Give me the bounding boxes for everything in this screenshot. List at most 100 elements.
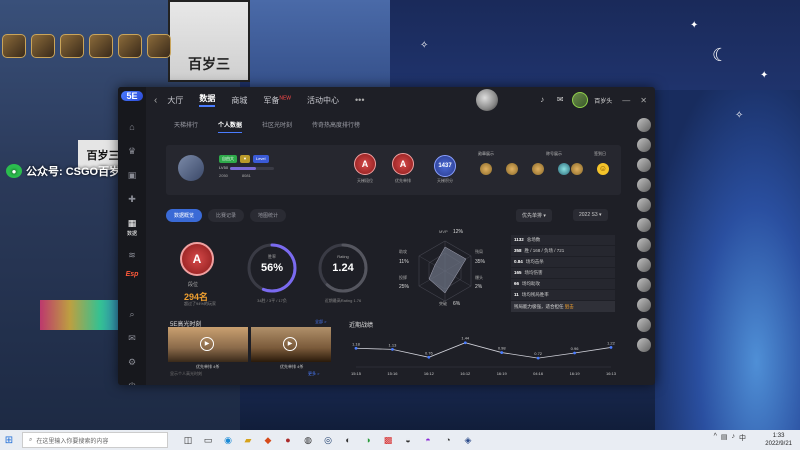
friend-avatar[interactable] bbox=[637, 158, 651, 172]
edge-icon[interactable]: ◉ bbox=[222, 434, 234, 446]
trophy-icon[interactable]: ♛ bbox=[126, 145, 138, 157]
nav-activity[interactable]: 活动中心 bbox=[307, 95, 339, 106]
trend-point[interactable] bbox=[609, 346, 613, 349]
bell-icon[interactable]: ♪ bbox=[536, 94, 548, 106]
windows-start-icon[interactable]: ⊞ bbox=[0, 435, 18, 446]
friend-avatar[interactable] bbox=[637, 198, 651, 212]
app-icon[interactable]: ▩ bbox=[382, 434, 394, 446]
ladder-score[interactable]: 1437 bbox=[434, 155, 456, 177]
power-icon[interactable]: ⏻ bbox=[126, 380, 138, 385]
minimize-icon[interactable]: — bbox=[622, 96, 630, 105]
friend-avatar[interactable] bbox=[637, 338, 651, 352]
filter-maps[interactable]: 地图统计 bbox=[250, 209, 287, 222]
data-icon[interactable]: ▦ bbox=[126, 217, 138, 229]
tab-personal-data[interactable]: 个人数据 bbox=[218, 120, 243, 133]
mode-select[interactable]: 优先单排 ▾ bbox=[516, 209, 552, 222]
trend-point[interactable] bbox=[427, 355, 431, 359]
gun-icon[interactable]: ✚ bbox=[126, 193, 138, 205]
trend-point[interactable] bbox=[500, 351, 504, 354]
desktop-app-icon[interactable] bbox=[147, 34, 171, 58]
friend-avatar[interactable] bbox=[637, 178, 651, 192]
folder-icon[interactable]: ▰ bbox=[242, 434, 254, 446]
play-icon[interactable]: ▶ bbox=[200, 337, 214, 351]
tab-ladder[interactable]: 天梯排行 bbox=[174, 120, 198, 133]
wifi-icon[interactable]: ≋ bbox=[126, 249, 138, 261]
highlight-clip[interactable]: ▶ bbox=[251, 327, 331, 362]
desktop-app-icon[interactable] bbox=[2, 34, 26, 58]
shop-icon[interactable]: ▣ bbox=[126, 169, 138, 181]
store-icon[interactable]: ▭ bbox=[202, 434, 214, 446]
gear-icon[interactable]: ⚙ bbox=[126, 356, 138, 368]
medal-icon[interactable] bbox=[532, 163, 544, 175]
highlights-more-link[interactable]: 全部 > bbox=[315, 319, 326, 325]
app-icon[interactable]: ◒ bbox=[402, 434, 414, 446]
friend-avatar[interactable] bbox=[637, 138, 651, 152]
friend-avatar[interactable] bbox=[637, 238, 651, 252]
medal-icon[interactable] bbox=[506, 163, 518, 175]
csgo-icon[interactable]: ◈ bbox=[462, 434, 474, 446]
friend-avatar[interactable] bbox=[637, 278, 651, 292]
play-icon[interactable]: ▶ bbox=[283, 337, 297, 351]
friend-avatar[interactable] bbox=[637, 298, 651, 312]
smiley-icon[interactable]: ☺ bbox=[597, 163, 609, 175]
trend-point[interactable] bbox=[463, 341, 467, 345]
qq-icon[interactable]: ◍ bbox=[302, 434, 314, 446]
globe-icon[interactable] bbox=[476, 89, 498, 111]
friend-avatar[interactable] bbox=[637, 118, 651, 132]
esp-logo[interactable]: Esp bbox=[126, 271, 139, 278]
trend-point[interactable] bbox=[354, 346, 358, 350]
search-icon[interactable]: ⌕ bbox=[126, 308, 138, 320]
chrome-icon[interactable]: ◑ bbox=[362, 434, 374, 446]
medal-icon[interactable] bbox=[558, 163, 570, 175]
nav-shop[interactable]: 商城 bbox=[231, 95, 247, 106]
avatar[interactable] bbox=[178, 155, 204, 181]
desktop-app-icon[interactable] bbox=[60, 34, 84, 58]
friend-avatar[interactable] bbox=[637, 258, 651, 272]
network-icon[interactable]: ▤ bbox=[721, 433, 728, 443]
user-name[interactable]: 百岁头 bbox=[594, 96, 612, 105]
message-icon[interactable]: ✉ bbox=[126, 332, 138, 344]
rank-badge-solo[interactable]: A bbox=[392, 153, 414, 175]
task-view-icon[interactable]: ◫ bbox=[182, 434, 194, 446]
highlights-footer-more[interactable]: 更多 > bbox=[308, 371, 319, 377]
app-icon[interactable]: ● bbox=[282, 434, 294, 446]
desktop-app-icon[interactable] bbox=[118, 34, 142, 58]
rank-badge-ladder[interactable]: A bbox=[354, 153, 376, 175]
nav-armory[interactable]: 军备NEW bbox=[263, 95, 291, 106]
app-icon[interactable]: ◆ bbox=[262, 434, 274, 446]
title-emblem-icon[interactable] bbox=[571, 163, 583, 175]
avatar[interactable] bbox=[572, 92, 589, 108]
ime-icon[interactable]: 中 bbox=[739, 433, 746, 443]
app-icon[interactable]: ◓ bbox=[422, 434, 434, 446]
clock[interactable]: 1:33 2022/9/21 bbox=[765, 432, 792, 448]
trend-point[interactable] bbox=[573, 351, 576, 355]
highlight-clip[interactable]: ▶ bbox=[168, 327, 248, 362]
nav-lobby[interactable]: 大厅 bbox=[167, 95, 183, 106]
back-arrow-icon[interactable]: ‹ bbox=[154, 95, 157, 106]
trend-point[interactable] bbox=[536, 356, 540, 360]
tab-community[interactable]: 社区光时刻 bbox=[262, 120, 292, 133]
app-logo[interactable]: 5E bbox=[121, 91, 143, 101]
app-icon[interactable]: ◐ bbox=[342, 434, 354, 446]
tab-legend-rank[interactable]: 传奇热高度排行榜 bbox=[312, 120, 360, 133]
taskbar-search-input[interactable]: ⌕ 在这里输入你要搜索的内容 bbox=[22, 432, 168, 448]
medal-icon[interactable] bbox=[480, 163, 492, 175]
sign-label: 签到日 bbox=[594, 151, 606, 156]
chevron-up-icon[interactable]: ^ bbox=[714, 433, 717, 443]
filter-matches[interactable]: 比赛记录 bbox=[208, 209, 245, 222]
desktop-app-icon[interactable] bbox=[89, 34, 113, 58]
steam-icon[interactable]: ◎ bbox=[322, 434, 334, 446]
app-icon[interactable]: ◔ bbox=[442, 434, 454, 446]
nav-data[interactable]: 数据 bbox=[199, 93, 216, 107]
desktop-app-icon[interactable] bbox=[31, 34, 55, 58]
filter-overview[interactable]: 数据概览 bbox=[166, 209, 203, 222]
volume-icon[interactable]: ♪ bbox=[732, 433, 736, 443]
friend-avatar[interactable] bbox=[637, 318, 651, 332]
close-icon[interactable]: ✕ bbox=[640, 96, 647, 105]
friend-avatar[interactable] bbox=[637, 218, 651, 232]
mail-icon[interactable]: ✉ bbox=[554, 94, 566, 106]
trend-point[interactable] bbox=[391, 347, 394, 351]
season-select[interactable]: 2022 S3 ▾ bbox=[573, 209, 608, 221]
more-icon[interactable]: ••• bbox=[355, 95, 364, 105]
home-icon[interactable]: ⌂ bbox=[126, 121, 138, 133]
